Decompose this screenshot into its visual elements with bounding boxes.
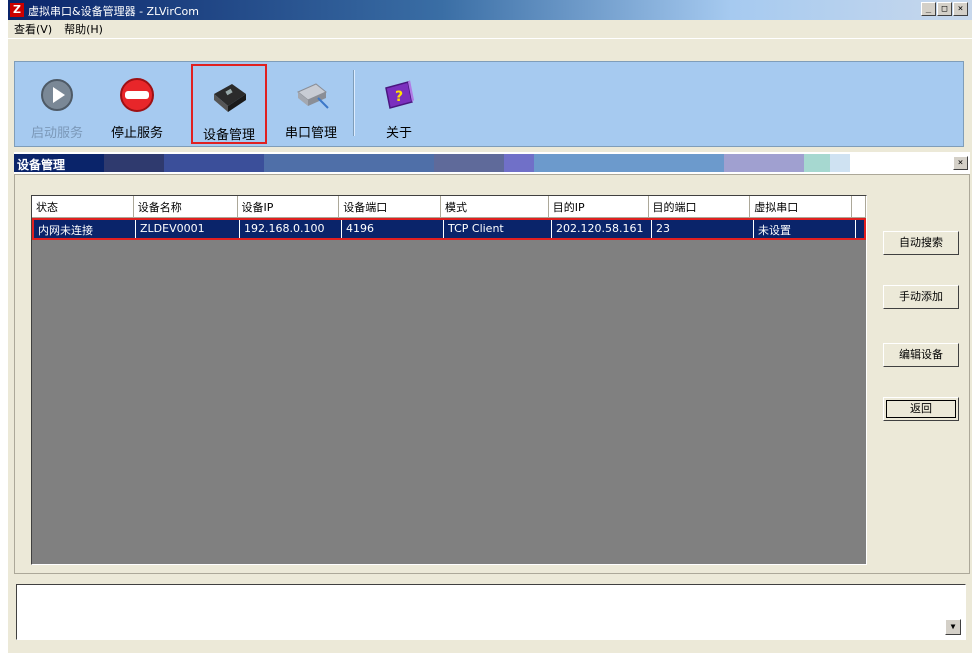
menu-bar: 查看(V) 帮助(H) bbox=[8, 20, 972, 38]
about-icon: ? bbox=[385, 80, 414, 109]
start-service-label: 启动服务 bbox=[30, 126, 83, 141]
panel-title: 设备管理 bbox=[17, 158, 66, 172]
about-button[interactable]: ? 关于 bbox=[361, 64, 437, 144]
column-filler bbox=[852, 196, 866, 218]
cell-target-port: 23 bbox=[652, 220, 754, 238]
log-output[interactable]: ▼ bbox=[16, 584, 966, 640]
cell-device-ip: 192.168.0.100 bbox=[240, 220, 342, 238]
column-device-ip[interactable]: 设备IP bbox=[237, 196, 340, 218]
panel-close-button[interactable]: × bbox=[953, 156, 968, 170]
app-window: Z 虚拟串口&设备管理器 - ZLVirCom _ □ × 查看(V) 帮助(H… bbox=[8, 0, 972, 653]
cell-device-name: ZLDEV0001 bbox=[136, 220, 240, 238]
device-manage-button[interactable]: 设备管理 bbox=[191, 64, 267, 144]
cell-virtual-port: 未设置 bbox=[754, 220, 856, 238]
cell-status: 内网未连接 bbox=[34, 220, 136, 238]
stop-icon bbox=[120, 78, 154, 112]
svg-text:?: ? bbox=[395, 89, 403, 105]
cell-device-port: 4196 bbox=[342, 220, 444, 238]
device-table: 状态 设备名称 设备IP 设备端口 模式 目的IP 目的端口 虚拟串口 内网未连… bbox=[31, 195, 867, 565]
device-icon bbox=[214, 84, 246, 112]
window-title: 虚拟串口&设备管理器 - ZLVirCom bbox=[28, 5, 199, 18]
start-service-button[interactable]: 启动服务 bbox=[19, 64, 95, 144]
stop-service-button[interactable]: 停止服务 bbox=[99, 64, 175, 144]
title-bar: Z 虚拟串口&设备管理器 - ZLVirCom _ □ × bbox=[8, 0, 972, 20]
serial-port-icon bbox=[297, 83, 329, 109]
edit-device-button[interactable]: 编辑设备 bbox=[883, 343, 959, 367]
table-header: 状态 设备名称 设备IP 设备端口 模式 目的IP 目的端口 虚拟串口 bbox=[32, 196, 866, 218]
device-panel: 状态 设备名称 设备IP 设备端口 模式 目的IP 目的端口 虚拟串口 内网未连… bbox=[14, 174, 970, 574]
play-icon bbox=[41, 79, 73, 111]
column-target-ip[interactable]: 目的IP bbox=[548, 196, 649, 218]
auto-search-button[interactable]: 自动搜索 bbox=[883, 231, 959, 255]
column-virtual-port[interactable]: 虚拟串口 bbox=[750, 196, 852, 218]
minimize-button[interactable]: _ bbox=[921, 2, 936, 16]
maximize-button[interactable]: □ bbox=[937, 2, 952, 16]
column-target-port[interactable]: 目的端口 bbox=[648, 196, 751, 218]
stop-service-label: 停止服务 bbox=[110, 126, 163, 141]
column-device-name[interactable]: 设备名称 bbox=[133, 196, 238, 218]
toolbar-panel: 启动服务 停止服务 设备管理 串口管理 ? 关于 bbox=[14, 61, 964, 147]
manual-add-button[interactable]: 手动添加 bbox=[883, 285, 959, 309]
table-row[interactable]: 内网未连接 ZLDEV0001 192.168.0.100 4196 TCP C… bbox=[32, 218, 866, 240]
column-device-port[interactable]: 设备端口 bbox=[339, 196, 441, 218]
column-mode[interactable]: 模式 bbox=[441, 196, 549, 218]
panel-title-gradient bbox=[14, 154, 850, 172]
serial-manage-label: 串口管理 bbox=[284, 126, 337, 141]
about-label: 关于 bbox=[385, 126, 412, 141]
menu-view[interactable]: 查看(V) bbox=[8, 21, 58, 37]
toolbar: 启动服务 停止服务 设备管理 串口管理 ? 关于 bbox=[8, 38, 972, 149]
toolbar-separator bbox=[353, 70, 355, 136]
serial-manage-button[interactable]: 串口管理 bbox=[273, 64, 349, 144]
close-button[interactable]: × bbox=[953, 2, 968, 16]
app-logo-icon: Z bbox=[10, 3, 24, 17]
return-button[interactable]: 返回 bbox=[883, 397, 959, 421]
cell-target-ip: 202.120.58.161 bbox=[552, 220, 652, 238]
menu-help[interactable]: 帮助(H) bbox=[58, 21, 109, 37]
device-manage-label: 设备管理 bbox=[202, 128, 255, 143]
column-status[interactable]: 状态 bbox=[32, 196, 134, 218]
panel-header: 设备管理 × bbox=[14, 152, 970, 174]
scroll-down-button[interactable]: ▼ bbox=[945, 619, 961, 635]
cell-mode: TCP Client bbox=[444, 220, 552, 238]
